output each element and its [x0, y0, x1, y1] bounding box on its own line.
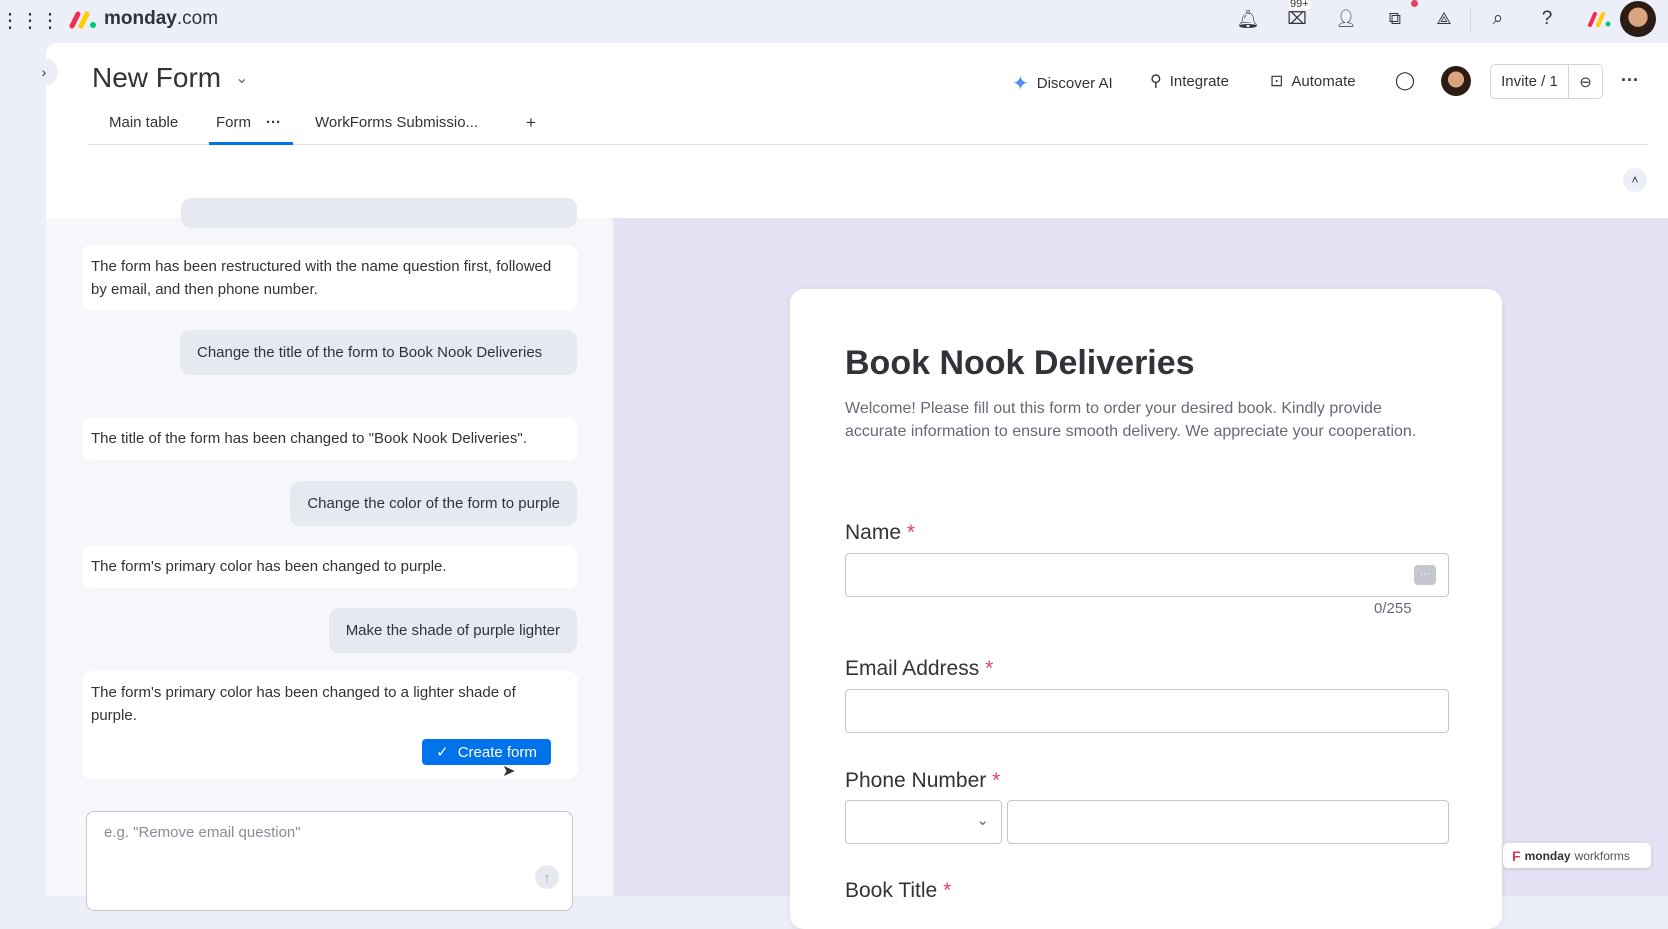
brand-name: monday: [104, 8, 177, 29]
add-view-button[interactable]: +: [526, 113, 536, 133]
monday-mini-logo-icon: [1588, 12, 1611, 27]
required-marker: *: [943, 879, 952, 902]
field-label-text: Name: [845, 521, 902, 544]
ai-sparkle-icon: ✦: [1012, 73, 1029, 95]
autofill-icon: ···: [1414, 565, 1436, 585]
automate-button[interactable]: ⊡ Automate: [1270, 71, 1356, 91]
monday-logo[interactable]: monday.com: [68, 8, 218, 30]
board-title[interactable]: New Form ⌄: [92, 62, 249, 94]
check-icon: ✓: [436, 743, 449, 761]
chat-message-text: The form's primary color has been change…: [91, 684, 516, 724]
field-label-book-title: Book Title *: [845, 879, 951, 903]
updates-chat-icon[interactable]: ◯: [1393, 68, 1417, 92]
chat-input-placeholder: e.g. "Remove email question": [104, 824, 301, 841]
send-arrow-icon[interactable]: ↑: [535, 865, 559, 889]
automate-label: Automate: [1291, 72, 1356, 90]
country-code-select[interactable]: ⌄: [845, 800, 1002, 844]
phone-input[interactable]: [1007, 800, 1449, 844]
chat-message-user: Change the color of the form to purple: [290, 481, 577, 526]
required-marker: *: [992, 769, 1001, 792]
mouse-cursor-icon: ➤: [502, 763, 516, 780]
top-bar: ⋮⋮⋮ monday.com 🔔︎ ⌧ 99+ 👤︎ ⧉ ⟁ ⌕ ?: [0, 0, 1668, 43]
badge-bold-text: monday: [1524, 848, 1571, 863]
chat-message-user: Change the title of the form to Book Noo…: [180, 330, 577, 375]
tab-form[interactable]: Form: [216, 114, 251, 131]
create-form-button[interactable]: ✓ Create form: [422, 739, 551, 765]
chevron-down-icon: ⌄: [976, 812, 989, 829]
brand-suffix: .com: [176, 8, 219, 29]
field-label-text: Email Address: [845, 657, 980, 680]
ai-chat-panel: The form has been restructured with the …: [46, 198, 614, 911]
apps-puzzle-icon[interactable]: ⧉: [1382, 6, 1408, 32]
invite-group: Invite / 1 ⊖: [1490, 64, 1603, 99]
divider: [1470, 8, 1471, 32]
invite-member-icon[interactable]: 👤︎: [1333, 6, 1359, 32]
robot-icon: ⊡: [1270, 73, 1284, 90]
inbox-badge: 99+: [1288, 0, 1311, 10]
create-form-label: Create form: [457, 743, 537, 761]
monday-workforms-badge[interactable]: F monday workforms: [1503, 843, 1651, 868]
search-icon[interactable]: ⌕: [1485, 6, 1511, 32]
chevron-down-icon: ⌄: [235, 70, 249, 87]
bell-icon[interactable]: 🔔︎: [1235, 6, 1261, 32]
monday-logo-icon: [69, 11, 96, 29]
board-title-text: New Form: [92, 62, 222, 93]
field-label-name: Name *: [845, 521, 915, 545]
badge-text: workforms: [1574, 848, 1630, 863]
discover-ai-button[interactable]: ✦ Discover AI: [1012, 71, 1113, 96]
form-description: Welcome! Please fill out this form to or…: [845, 400, 1417, 440]
chat-message-user: Make the shade of purple lighter: [328, 608, 577, 653]
field-label-text: Phone Number: [845, 769, 987, 792]
field-label-text: Book Title: [845, 879, 938, 902]
name-char-counter: 0/255: [1374, 600, 1412, 617]
tab-workforms-submissions[interactable]: WorkForms Submissio...: [315, 114, 478, 131]
form-card: Book Nook Deliveries Welcome! Please fil…: [790, 289, 1502, 929]
email-input[interactable]: [845, 689, 1449, 733]
integrate-button[interactable]: ⚲ Integrate: [1150, 71, 1229, 91]
workforms-logo-icon: F: [1512, 847, 1521, 864]
integrate-icon: ⚲: [1150, 73, 1162, 90]
required-marker: *: [906, 521, 916, 544]
field-label-phone: Phone Number *: [845, 769, 1000, 793]
tab-main-table[interactable]: Main table: [109, 114, 178, 131]
active-tab-indicator: [209, 142, 293, 145]
more-options-icon[interactable]: ···: [1618, 68, 1642, 92]
chat-message-ai: The title of the form has been changed t…: [82, 417, 578, 460]
copy-link-icon[interactable]: ⊖: [1569, 73, 1602, 91]
expand-sidebar-chevron-icon[interactable]: ›: [30, 58, 58, 86]
marketplace-icon[interactable]: ⟁: [1431, 6, 1457, 32]
invite-button[interactable]: Invite / 1: [1491, 65, 1569, 98]
help-icon[interactable]: ?: [1534, 6, 1560, 32]
chat-message-partial: [181, 198, 577, 228]
chat-input[interactable]: e.g. "Remove email question" ↑: [86, 811, 573, 911]
integrate-label: Integrate: [1169, 72, 1229, 90]
user-avatar[interactable]: [1620, 1, 1656, 37]
discover-ai-label: Discover AI: [1036, 75, 1113, 92]
tabs-divider: [88, 144, 1648, 145]
required-marker: *: [985, 657, 994, 680]
form-title: Book Nook Deliveries: [845, 344, 1195, 382]
apps-grid-icon[interactable]: ⋮⋮⋮: [0, 6, 60, 34]
notification-dot: [1411, 0, 1418, 7]
chat-message-ai: The form has been restructured with the …: [82, 245, 578, 311]
collapse-header-icon[interactable]: ˄: [1623, 168, 1647, 192]
board-member-avatar[interactable]: [1441, 66, 1471, 96]
field-label-email: Email Address *: [845, 657, 993, 681]
name-input[interactable]: ···: [845, 553, 1449, 597]
chat-message-ai: The form's primary color has been change…: [82, 545, 578, 588]
tab-form-menu-icon[interactable]: ···: [266, 114, 281, 131]
